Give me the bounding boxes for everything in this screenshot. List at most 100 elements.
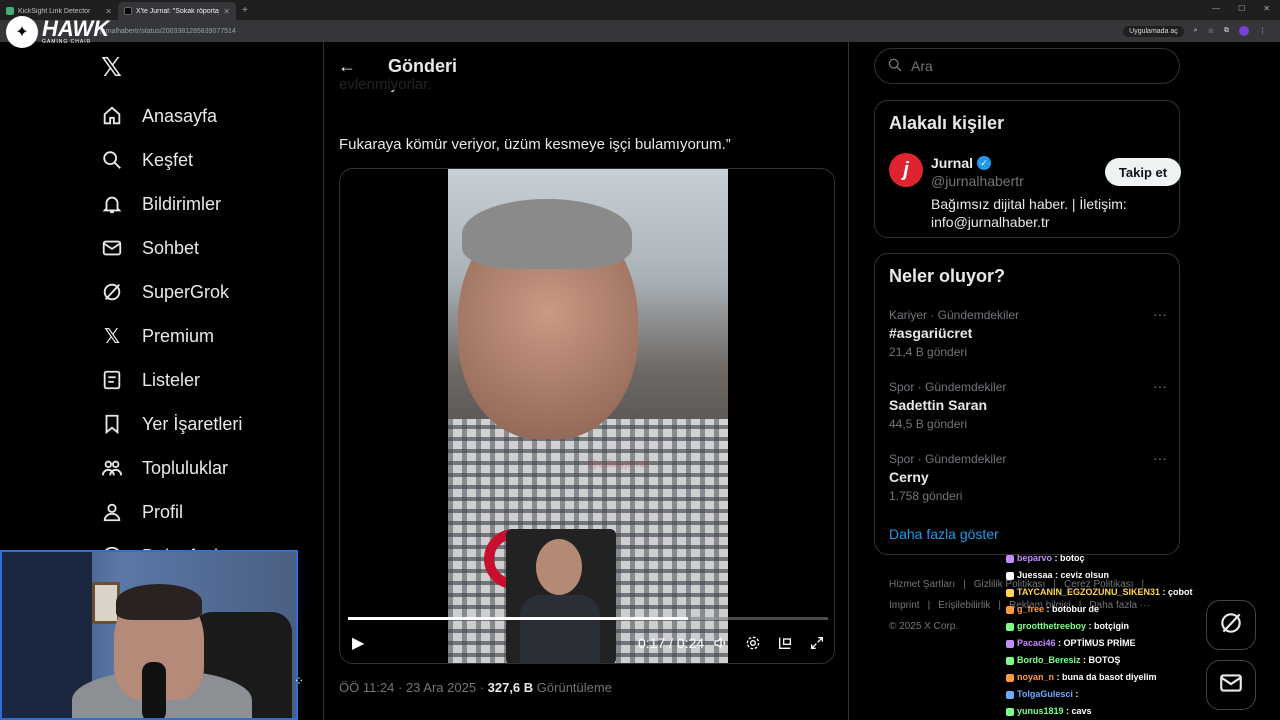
window-controls: — ☐ ✕	[1212, 4, 1270, 13]
sidebar-item-label: Bildirimler	[142, 193, 222, 214]
chat-text: botobur de	[1052, 604, 1100, 614]
chat-message: grootthetreeboy : botçigin	[1006, 618, 1206, 635]
maximize-icon[interactable]: ☐	[1238, 4, 1245, 13]
post-header: ← Gönderi	[324, 42, 848, 90]
chat-separator: :	[1044, 604, 1053, 614]
follow-button-label: Takip et	[1118, 164, 1168, 180]
stream-chat: beparvo : botoç Juessaa : ceviz olsun TAYC…	[1006, 550, 1206, 720]
sidebar-item-profile[interactable]: Profil	[100, 490, 320, 534]
sidebar-item-lists[interactable]: Listeler	[100, 358, 320, 402]
post-meta: ÖÖ 11:24 · 23 Ara 2025 · 327,6 B Görüntü…	[339, 680, 612, 695]
trend-topic: Sadettin Saran	[889, 397, 988, 413]
address-bar: jurnalhabertr/status/2003381285839077514…	[0, 20, 1280, 42]
sidebar-item-label: Premium	[142, 325, 215, 346]
sidebar-item-explore[interactable]: Keşfet	[100, 138, 320, 182]
browser-tab-2[interactable]: X'te Jurnal: "Sokak röportajında... ✕	[118, 2, 236, 20]
bookmark-icon	[100, 412, 124, 436]
extensions-icon[interactable]: ⧉	[1224, 27, 1229, 35]
x-logo-icon[interactable]: 𝕏	[101, 52, 320, 88]
sidebar-item-label: Yer İşaretleri	[142, 413, 243, 434]
sidebar-item-chat[interactable]: Sohbet	[100, 226, 320, 270]
trends-card: Neler oluyor? Kariyer · Gündemdekiler #a…	[874, 253, 1180, 555]
trend-count: 1.758 gönderi	[889, 489, 963, 503]
video-progress-bar[interactable]	[348, 617, 828, 620]
sidebar-item-notifications[interactable]: Bildirimler	[100, 182, 320, 226]
chat-badge-icon	[1006, 656, 1014, 665]
open-in-app-button[interactable]: Uygulamada aç	[1123, 25, 1184, 37]
profile-avatar[interactable]	[1239, 26, 1249, 36]
sidebar-item-premium[interactable]: 𝕏 Premium	[100, 314, 320, 358]
footer-link-accessibility[interactable]: Erişilebilirlik	[938, 600, 990, 611]
url-text[interactable]: jurnalhabertr/status/2003381285839077514	[100, 28, 236, 35]
close-tab-icon[interactable]: ✕	[105, 7, 112, 16]
chat-text: cavs	[1071, 706, 1092, 716]
fullscreen-icon[interactable]	[808, 634, 826, 652]
video-frame: @odkeyjurnal	[448, 169, 728, 663]
chat-badge-icon	[1006, 622, 1014, 631]
footer-link-imprint[interactable]: Imprint	[889, 600, 920, 611]
menu-icon[interactable]: ⋮	[1259, 27, 1266, 35]
chat-message: TAYCANIN_EGZOZUNU_SIKEN31 : çobot	[1006, 584, 1206, 601]
verified-badge-icon: ✓	[977, 156, 992, 170]
chat-username: beparvo	[1017, 553, 1053, 563]
overlay-dots-icon: ⁘	[294, 674, 305, 688]
search-icon	[100, 148, 124, 172]
post-text: Fukaraya kömür veriyor, üzüm kesmeye işç…	[339, 136, 731, 153]
follow-button[interactable]: Takip et	[1105, 158, 1181, 186]
kicksight-favicon-icon	[6, 7, 14, 15]
close-window-icon[interactable]: ✕	[1263, 4, 1270, 13]
chat-badge-icon	[1006, 605, 1014, 614]
grok-button[interactable]	[1206, 600, 1256, 650]
chat-message: g_free : botobur de	[1006, 601, 1206, 618]
user-bio: Bağımsız dijital haber. | İletişim: info…	[931, 196, 1127, 230]
search-input[interactable]: Ara	[874, 48, 1180, 84]
show-more-link[interactable]: Daha fazla göster	[889, 526, 999, 542]
chat-separator: :	[1072, 689, 1081, 699]
tab-title: X'te Jurnal: "Sokak röportajında...	[136, 7, 219, 15]
footer-link-terms[interactable]: Hizmet Şartları	[889, 579, 955, 590]
settings-gear-icon[interactable]	[744, 634, 762, 652]
messages-button[interactable]	[1206, 660, 1256, 710]
more-options-icon[interactable]: ···	[1153, 306, 1167, 322]
chat-separator: :	[1055, 638, 1064, 648]
view-label: Görüntüleme	[536, 680, 612, 695]
chat-separator: :	[1052, 553, 1061, 563]
play-icon[interactable]: ▶	[352, 633, 372, 653]
sidebar-item-communities[interactable]: Topluluklar	[100, 446, 320, 490]
more-options-icon[interactable]: ···	[1153, 450, 1167, 466]
pip-icon[interactable]	[776, 634, 794, 652]
trend-item[interactable]: Spor · Gündemdekiler Sadettin Saran 44,5…	[889, 378, 1167, 431]
chat-username: TAYCANIN_EGZOZUNU_SIKEN31	[1017, 587, 1161, 597]
new-tab-icon[interactable]: +	[242, 5, 248, 16]
sidebar-item-bookmarks[interactable]: Yer İşaretleri	[100, 402, 320, 446]
view-count: 327,6 B	[487, 680, 534, 695]
chat-separator: :	[1052, 570, 1061, 580]
sidebar-item-home[interactable]: Anasayfa	[100, 94, 320, 138]
volume-icon[interactable]	[712, 634, 730, 652]
post-timestamp[interactable]: ÖÖ 11:24 · 23 Ara 2025 ·	[339, 680, 488, 695]
chat-text: BOTOŞ	[1088, 655, 1121, 665]
chat-separator: :	[1054, 672, 1063, 682]
star-icon[interactable]: ☆	[1208, 27, 1214, 35]
close-tab-icon[interactable]: ✕	[223, 7, 230, 16]
minimize-icon[interactable]: —	[1212, 4, 1220, 13]
chat-username: yunus1819	[1017, 706, 1064, 716]
home-icon	[100, 104, 124, 128]
webcam-overlay	[0, 550, 298, 720]
avatar[interactable]: j	[889, 153, 923, 187]
more-options-icon[interactable]: ···	[1153, 378, 1167, 394]
trend-count: 44,5 B gönderi	[889, 417, 968, 431]
logo-word: HAWK	[42, 16, 110, 41]
zoom-icon[interactable]: ⌕	[1194, 27, 1198, 35]
trend-item[interactable]: Kariyer · Gündemdekiler #asgariücret 21,…	[889, 306, 1167, 359]
user-handle: @jurnalhabertr	[931, 173, 1024, 189]
footer-separator: |	[963, 579, 966, 590]
trend-item[interactable]: Spor · Gündemdekiler Cerny 1.758 gönderi…	[889, 450, 1167, 503]
card-title: Alakalı kişiler	[889, 113, 1005, 133]
sidebar-item-supergrok[interactable]: SuperGrok	[100, 270, 320, 314]
sidebar-nav: 𝕏 Anasayfa Keşfet Bildirimler Sohbet Sup…	[100, 52, 320, 578]
user-name[interactable]: Jurnal ✓	[931, 155, 992, 171]
video-player[interactable]: @odkeyjurnal ▶ 0:17 / 0:24	[339, 168, 835, 664]
sidebar-item-label: SuperGrok	[142, 281, 230, 302]
back-arrow-icon[interactable]: ←	[338, 56, 360, 77]
